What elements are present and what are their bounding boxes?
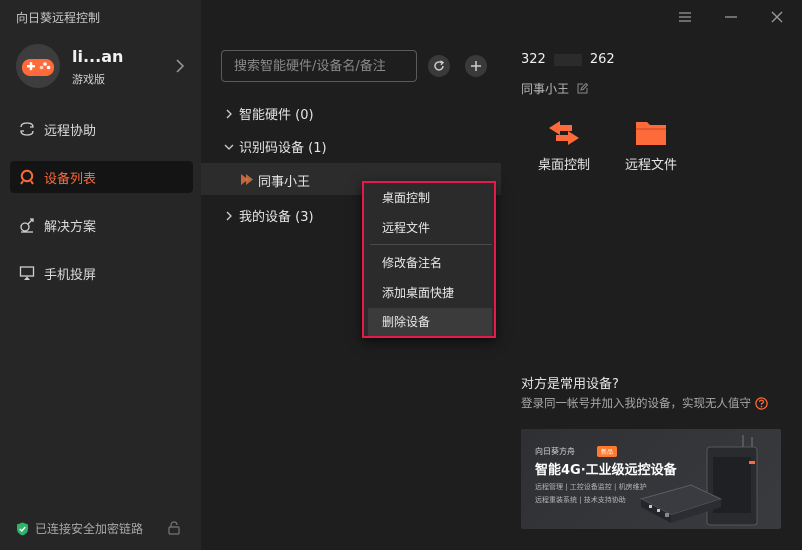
nav-label: 远程协助 <box>44 123 97 139</box>
user-name: li...an <box>72 47 124 66</box>
menu-item-desktop-control[interactable]: 桌面控制 <box>368 184 492 212</box>
remote-file-icon <box>636 122 666 145</box>
device-context-menu: 桌面控制 远程文件 修改备注名 添加桌面快捷 删除设备 <box>362 181 496 338</box>
menu-item-edit-remark[interactable]: 修改备注名 <box>368 249 492 277</box>
sidebar: 向日葵远程控制 li...an 游戏版 远程协助 设备列表 解决方案 手机投屏 … <box>0 0 201 550</box>
chevron-down-icon <box>223 141 235 153</box>
tree-group-label: 智能硬件 (0) <box>239 108 314 123</box>
edit-icon[interactable] <box>577 83 589 94</box>
prompt-title: 对方是常用设备? <box>521 377 619 392</box>
search-input[interactable] <box>221 50 417 82</box>
nav-item-screen-cast[interactable]: 手机投屏 <box>10 257 193 289</box>
nav-label: 设备列表 <box>44 171 97 187</box>
prompt-description: 登录同一帐号并加入我的设备，实现无人值守 <box>521 395 768 411</box>
help-icon[interactable] <box>755 396 768 410</box>
add-device-button[interactable] <box>465 55 487 77</box>
solutions-icon <box>18 216 36 234</box>
nav-item-remote-assist[interactable]: 远程协助 <box>10 113 193 145</box>
device-remark: 同事小王 <box>521 80 589 97</box>
remote-assist-icon <box>18 120 36 138</box>
avatar <box>16 44 60 88</box>
user-profile[interactable]: li...an 游戏版 <box>16 44 191 90</box>
device-name: 同事小王 <box>258 175 311 190</box>
shield-check-icon <box>17 522 28 535</box>
device-detail-panel: 322 262 同事小王 桌面控制 远程文件 对方是常用设备? 登录同一帐号并加… <box>501 0 802 550</box>
lock-icon[interactable] <box>168 521 180 535</box>
close-icon[interactable] <box>769 9 785 25</box>
device-id-suffix: 262 <box>589 52 615 67</box>
tree-group-label: 我的设备 (3) <box>239 210 314 225</box>
banner-feature-line-1: 远程管理 | 工控设备监控 | 机房维护 <box>535 483 647 491</box>
banner-feature-line-2: 远程重装系统 | 技术支持协助 <box>535 496 626 504</box>
chevron-right-icon <box>223 210 235 222</box>
device-id: 322 262 <box>521 52 615 67</box>
remote-file-label: 远程文件 <box>624 158 677 173</box>
banner-brand: 向日葵方舟 <box>535 447 575 456</box>
tree-group-smart-hardware[interactable]: 智能硬件 (0) <box>223 104 314 123</box>
tree-group-id-devices[interactable]: 识别码设备 (1) <box>223 137 327 156</box>
banner-title: 智能4G·工业级远控设备 <box>535 463 677 478</box>
menu-icon[interactable] <box>677 9 693 25</box>
hardware-device-illustration <box>639 435 758 526</box>
screen-cast-icon <box>18 264 36 282</box>
device-id-prefix: 322 <box>521 52 546 67</box>
device-id-mask <box>553 53 582 66</box>
tree-group-my-devices[interactable]: 我的设备 (3) <box>223 206 314 225</box>
device-logo-icon <box>241 174 253 185</box>
desktop-control-button[interactable]: 桌面控制 <box>524 118 604 173</box>
chevron-right-icon <box>176 59 185 73</box>
tree-group-label: 识别码设备 (1) <box>239 141 327 156</box>
remote-file-button[interactable]: 远程文件 <box>611 118 691 173</box>
minimize-icon[interactable] <box>723 9 739 25</box>
app-title: 向日葵远程控制 <box>16 11 101 25</box>
gamepad-avatar-icon <box>16 44 60 88</box>
nav-label: 手机投屏 <box>44 267 97 283</box>
desktop-control-icon <box>549 121 579 145</box>
nav-item-solutions[interactable]: 解决方案 <box>10 209 193 241</box>
banner-new-badge: 新品 <box>597 446 618 457</box>
menu-item-remote-file[interactable]: 远程文件 <box>368 214 492 242</box>
desktop-control-label: 桌面控制 <box>537 158 590 173</box>
device-remark-text: 同事小王 <box>521 82 570 96</box>
refresh-icon <box>434 60 445 71</box>
refresh-button[interactable] <box>428 55 450 77</box>
chevron-right-icon <box>223 108 235 120</box>
secure-status-text: 已连接安全加密链路 <box>35 522 144 536</box>
nav-item-device-list[interactable]: 设备列表 <box>10 161 193 193</box>
menu-item-add-desktop-shortcut[interactable]: 添加桌面快捷 <box>368 279 492 307</box>
plus-icon <box>471 61 481 71</box>
promo-banner[interactable]: 向日葵方舟 新品 智能4G·工业级远控设备 远程管理 | 工控设备监控 | 机房… <box>521 429 781 529</box>
menu-divider <box>370 244 492 245</box>
prompt-description-text: 登录同一帐号并加入我的设备，实现无人值守 <box>521 396 751 410</box>
user-edition: 游戏版 <box>72 73 105 86</box>
device-list-icon <box>18 168 36 186</box>
menu-item-delete-device[interactable]: 删除设备 <box>368 308 492 336</box>
nav-label: 解决方案 <box>44 219 97 235</box>
secure-connection-status: 已连接安全加密链路 <box>16 520 143 537</box>
